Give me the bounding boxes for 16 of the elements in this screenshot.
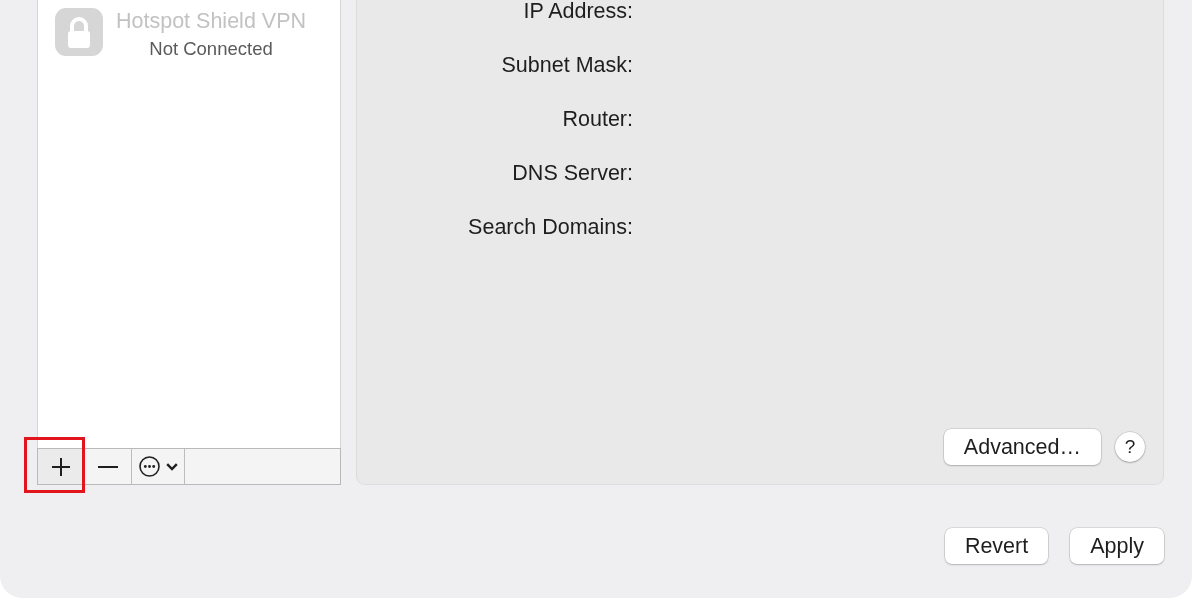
service-status: Not Connected — [149, 38, 273, 60]
plus-icon — [51, 456, 71, 477]
field-label: Search Domains: — [467, 216, 633, 238]
field-label: DNS Server: — [511, 162, 633, 184]
add-button[interactable] — [38, 449, 85, 484]
apply-button[interactable]: Apply — [1070, 528, 1164, 564]
revert-button[interactable]: Revert — [944, 528, 1049, 564]
chevron-down-icon — [165, 462, 178, 471]
advanced-button[interactable]: Advanced… — [943, 429, 1101, 465]
field-label: Subnet Mask: — [500, 54, 633, 76]
service-name: Hotspot Shield VPN — [116, 9, 306, 33]
field-label: IP Address: — [522, 0, 633, 22]
field-label: Router: — [561, 108, 633, 130]
minus-icon — [98, 465, 118, 468]
more-icon — [138, 456, 160, 477]
help-button[interactable]: ? — [1115, 432, 1145, 462]
